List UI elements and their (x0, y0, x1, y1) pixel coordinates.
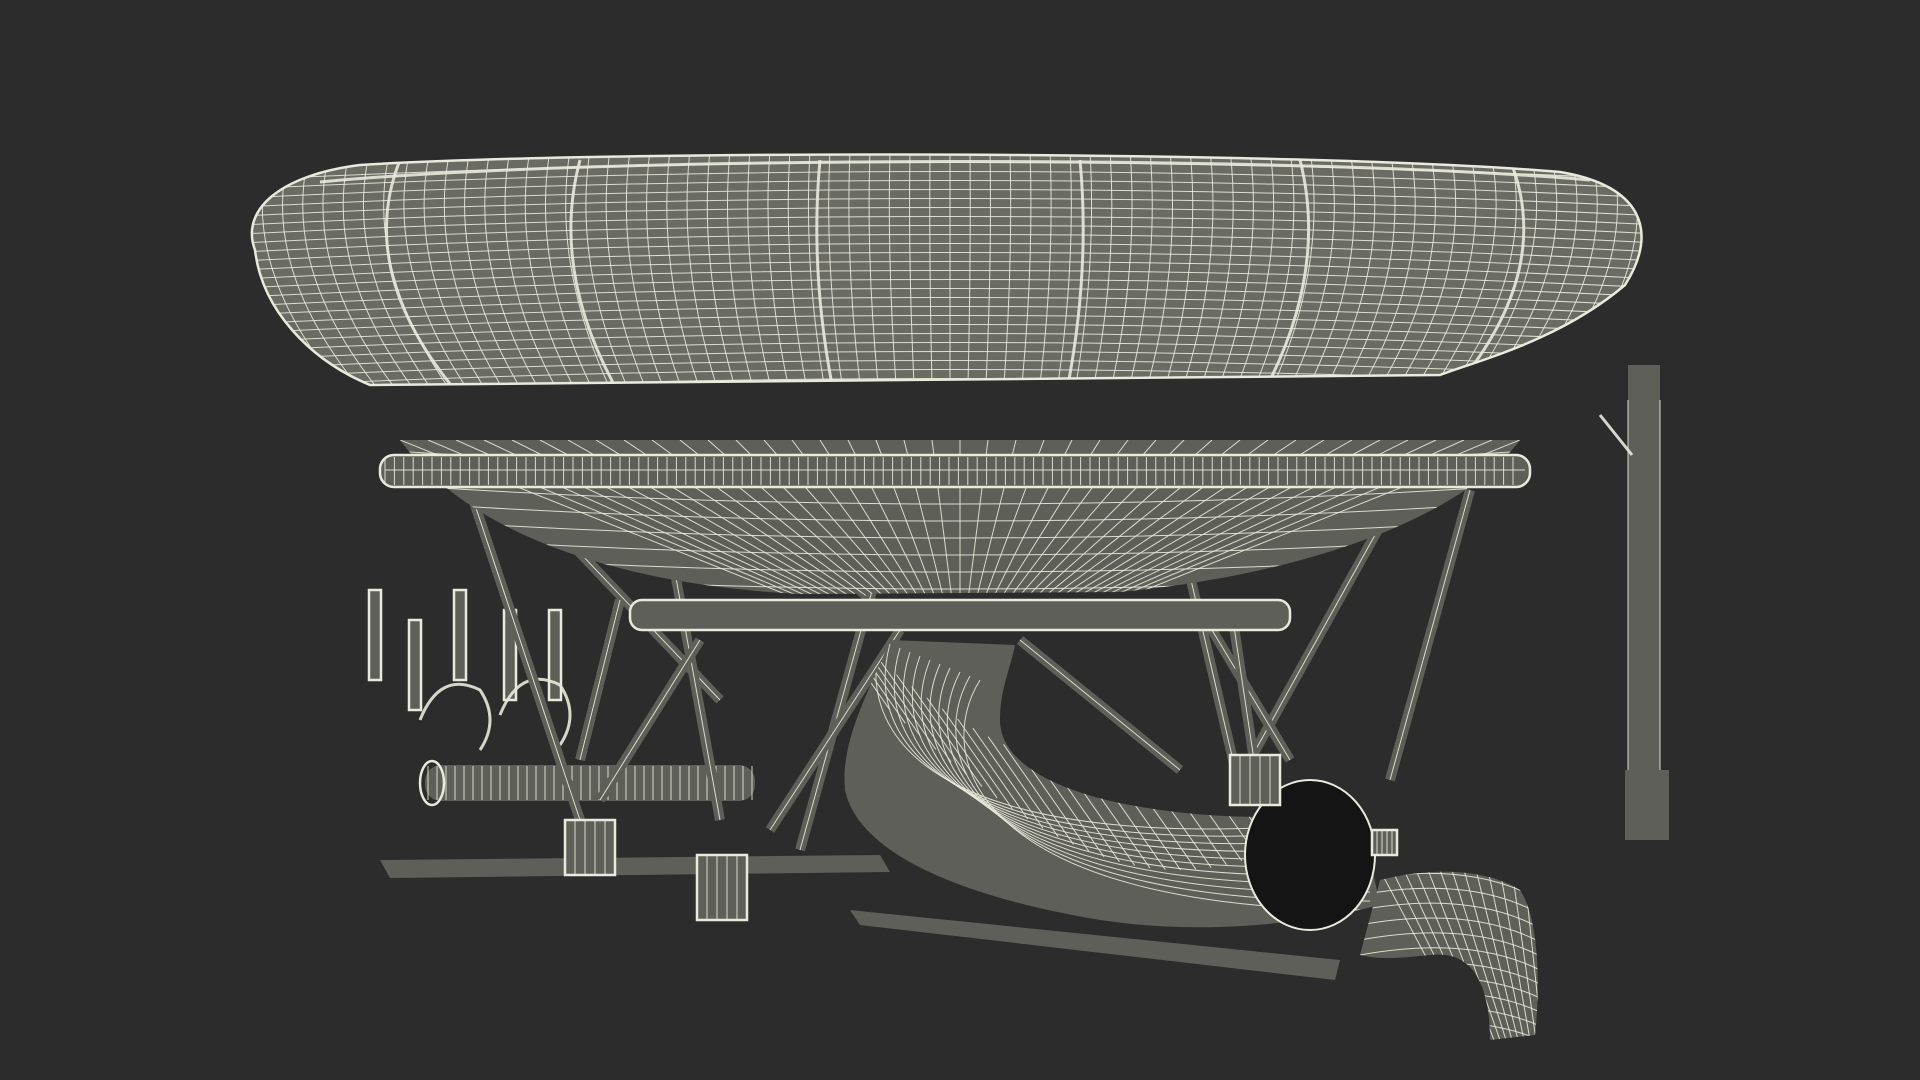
right-support-column (1598, 365, 1669, 840)
tube-slide (844, 640, 1380, 931)
render-viewport (0, 0, 1920, 1080)
open-chute (1360, 871, 1538, 1040)
wireframe-scene (250, 153, 1669, 1040)
slide-bowl (250, 153, 1643, 387)
